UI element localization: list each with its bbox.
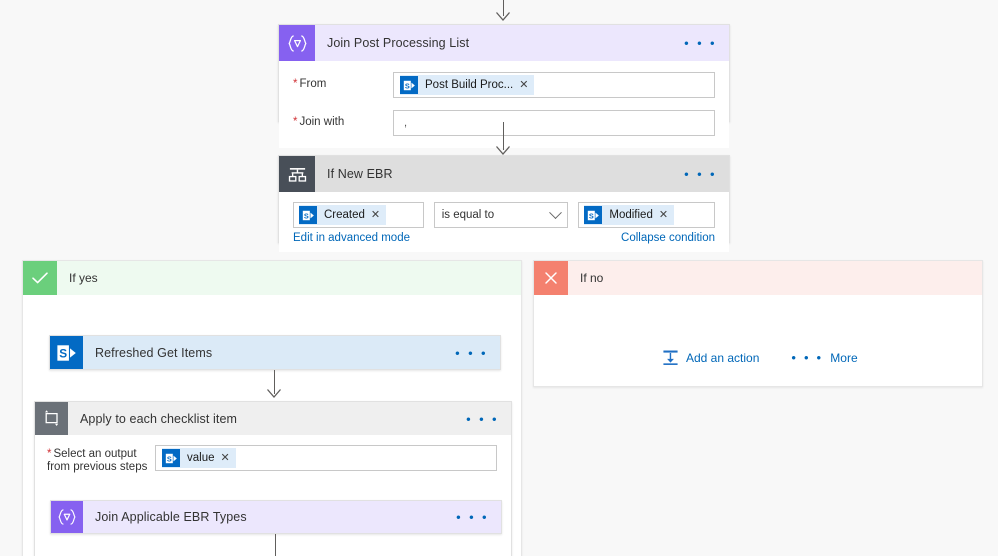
connector-below-join-applicable xyxy=(275,534,276,556)
sharepoint-icon: S xyxy=(162,449,180,467)
data-operation-join-icon xyxy=(279,25,315,61)
token-remove-value[interactable]: ✕ xyxy=(221,452,231,464)
field-input-select-output[interactable]: S value ✕ xyxy=(155,445,497,471)
required-asterisk-select-output: * xyxy=(47,448,52,460)
step-card-join-applicable-ebr-types[interactable]: Join Applicable EBR Types • • • xyxy=(50,500,502,534)
step-card-join-post-processing[interactable]: Join Post Processing List • • • *From S xyxy=(278,24,730,148)
condition-icon xyxy=(279,156,315,192)
field-label-from: * From xyxy=(293,78,327,90)
condition-right-operand[interactable]: S Modified ✕ xyxy=(578,202,715,228)
step-title-join-post-processing: Join Post Processing List xyxy=(327,36,470,50)
field-row-from: * From S Post Build Proc... ✕ xyxy=(279,66,729,104)
branch-if-no: If no Add an action • • • More xyxy=(533,260,983,387)
token-label-modified: Modified xyxy=(609,209,653,221)
collapse-condition-link[interactable]: Collapse condition xyxy=(621,232,715,244)
step-body-if-new-ebr: S Created ✕ is equal to S Modified ✕ Edi… xyxy=(279,192,729,252)
condition-left-operand[interactable]: S Created ✕ xyxy=(293,202,424,228)
token-label-created: Created xyxy=(324,209,365,221)
checkmark-icon xyxy=(23,261,57,295)
svg-text:S: S xyxy=(59,346,67,360)
step-title-refreshed-get-items: Refreshed Get Items xyxy=(95,345,213,360)
flow-designer-canvas: Join Post Processing List • • • *From S xyxy=(0,0,998,556)
arrowhead-into-apply-each xyxy=(267,389,281,398)
field-value-join-with: , xyxy=(404,117,408,129)
condition-row: S Created ✕ is equal to S Modified ✕ xyxy=(279,192,729,228)
sharepoint-icon: S xyxy=(400,76,418,94)
arrowhead-into-join-post-processing xyxy=(496,12,510,21)
svg-text:S: S xyxy=(589,211,594,220)
step-header-join-applicable-ebr-types[interactable]: Join Applicable EBR Types • • • xyxy=(51,501,501,533)
token-label-post-build-proc: Post Build Proc... xyxy=(425,79,514,91)
token-created[interactable]: S Created ✕ xyxy=(299,205,387,225)
arrowhead-into-condition xyxy=(496,146,510,155)
field-label-select-output: * Select an output from previous steps xyxy=(47,448,148,473)
token-modified[interactable]: S Modified ✕ xyxy=(584,205,675,225)
token-post-build-proc[interactable]: S Post Build Proc... ✕ xyxy=(400,75,535,95)
step-menu-join-post-processing[interactable]: • • • xyxy=(684,37,717,50)
token-value[interactable]: S value ✕ xyxy=(162,448,236,468)
add-an-action-label: Add an action xyxy=(686,350,760,365)
step-title-join-applicable-ebr-types: Join Applicable EBR Types xyxy=(95,510,247,524)
add-action-icon xyxy=(662,349,679,366)
step-menu-apply-to-each[interactable]: • • • xyxy=(466,412,499,425)
step-header-if-new-ebr[interactable]: If New EBR • • • xyxy=(279,156,729,192)
field-row-select-output: * Select an output from previous steps S … xyxy=(35,435,511,480)
data-operation-join-icon xyxy=(51,501,83,533)
step-menu-join-applicable-ebr-types[interactable]: • • • xyxy=(456,511,489,524)
step-menu-refreshed-get-items[interactable]: • • • xyxy=(455,346,488,359)
required-asterisk-from: * xyxy=(293,78,298,90)
step-header-join-post-processing[interactable]: Join Post Processing List • • • xyxy=(279,25,729,61)
step-header-refreshed-get-items[interactable]: S Refreshed Get Items • • • xyxy=(50,336,500,369)
sharepoint-icon: S xyxy=(584,206,603,224)
condition-links: Edit in advanced mode Collapse condition xyxy=(279,228,729,252)
branch-header-if-no: If no xyxy=(534,261,982,295)
step-header-apply-to-each[interactable]: Apply to each checklist item • • • xyxy=(35,402,511,435)
token-remove-created[interactable]: ✕ xyxy=(371,209,381,221)
field-input-from[interactable]: S Post Build Proc... ✕ xyxy=(393,72,715,98)
edit-advanced-mode-link[interactable]: Edit in advanced mode xyxy=(293,232,410,244)
sharepoint-icon: S xyxy=(50,336,83,369)
loop-icon xyxy=(35,402,68,435)
more-label: More xyxy=(830,350,858,365)
required-asterisk-join-with: * xyxy=(293,116,298,128)
step-card-if-new-ebr[interactable]: If New EBR • • • S Created ✕ is equal to… xyxy=(278,155,730,252)
sharepoint-icon: S xyxy=(299,206,317,224)
add-an-action-button[interactable]: Add an action xyxy=(662,349,759,366)
chevron-down-icon xyxy=(549,205,563,219)
step-card-refreshed-get-items[interactable]: S Refreshed Get Items • • • xyxy=(49,335,501,370)
close-icon xyxy=(534,261,568,295)
branch-title-if-no: If no xyxy=(580,271,604,285)
step-menu-if-new-ebr[interactable]: • • • xyxy=(684,168,717,181)
field-row-join-with: * Join with , xyxy=(279,104,729,142)
step-title-if-new-ebr: If New EBR xyxy=(327,167,393,181)
token-remove-modified[interactable]: ✕ xyxy=(659,209,669,221)
svg-text:S: S xyxy=(166,454,171,463)
token-label-value: value xyxy=(187,452,215,464)
field-input-join-with[interactable]: , xyxy=(393,110,715,136)
step-body-join-post-processing: * From S Post Build Proc... ✕ * Join wit… xyxy=(279,61,729,148)
step-card-apply-to-each[interactable]: Apply to each checklist item • • • * Sele… xyxy=(34,401,512,556)
svg-text:S: S xyxy=(404,81,409,90)
step-title-apply-to-each: Apply to each checklist item xyxy=(80,411,238,426)
field-label-join-with: * Join with xyxy=(293,116,345,128)
more-button[interactable]: • • • More xyxy=(791,351,857,365)
more-dots-icon: • • • xyxy=(791,350,824,365)
branch-header-if-yes: If yes xyxy=(23,261,521,295)
svg-text:S: S xyxy=(303,211,308,220)
branch-title-if-yes: If yes xyxy=(69,271,98,285)
if-no-action-row: Add an action • • • More xyxy=(662,349,858,366)
condition-operator-select[interactable]: is equal to xyxy=(433,202,569,228)
token-remove-post-build-proc[interactable]: ✕ xyxy=(519,79,529,91)
condition-operator-value: is equal to xyxy=(441,209,495,221)
